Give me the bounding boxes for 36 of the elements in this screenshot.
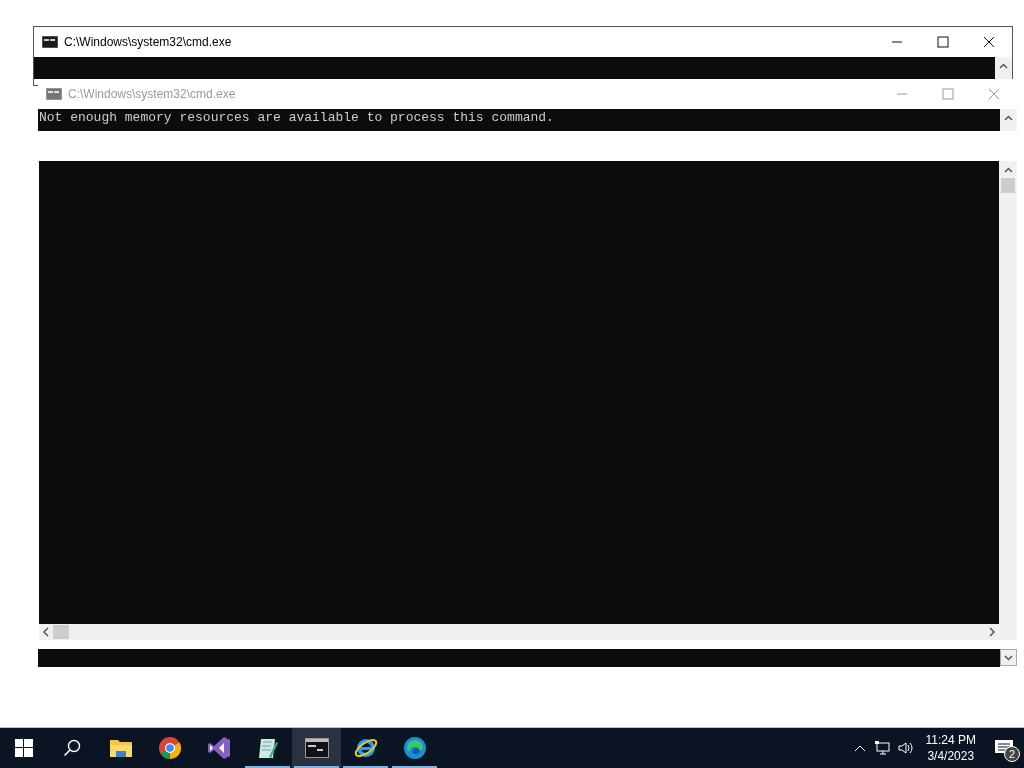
folder-icon (108, 738, 133, 758)
search-icon (63, 739, 81, 757)
horizontal-scrollbar[interactable] (39, 624, 1017, 640)
internet-explorer-icon (352, 736, 379, 760)
network-icon[interactable] (873, 741, 890, 755)
notification-count: 2 (1004, 746, 1020, 762)
chevron-up-icon (1004, 114, 1013, 121)
terminal-icon (304, 738, 329, 758)
vertical-scrollbar[interactable] (999, 161, 1017, 624)
console-output-line: Not enough memory resources are available to process this command. (39, 109, 555, 127)
close-icon (988, 88, 1000, 100)
chevron-up-icon (999, 62, 1008, 69)
browser-icon (157, 736, 182, 760)
clock[interactable]: 11:24 PM 3/4/2023 (917, 728, 984, 768)
taskbar-app[interactable] (292, 728, 341, 768)
window-title: C:\Windows\system32\cmd.exe (64, 34, 232, 51)
chevron-up-icon (1003, 166, 1013, 173)
clock-date: 3/4/2023 (927, 748, 975, 764)
notepad-icon (256, 737, 279, 759)
console-icon (46, 88, 62, 100)
scrollbar-thumb[interactable] (1001, 178, 1015, 193)
scrollbar-thumb[interactable] (53, 625, 69, 639)
maximize-icon (942, 88, 954, 100)
chevron-down-icon (1004, 654, 1013, 661)
clock-time: 11:24 PM (925, 732, 976, 748)
notifications-button[interactable]: 2 (984, 728, 1024, 768)
studio-icon (206, 736, 231, 760)
chevron-up-icon[interactable] (853, 744, 866, 752)
speaker-icon[interactable] (897, 741, 914, 755)
windows-logo-icon (15, 739, 33, 757)
console-icon (42, 36, 58, 48)
scroll-down-button[interactable] (1000, 649, 1017, 666)
window-title: C:\Windows\system32\cmd.exe (68, 86, 236, 103)
maximize-icon (937, 36, 949, 48)
edge-icon (402, 736, 427, 760)
close-icon (983, 36, 995, 48)
